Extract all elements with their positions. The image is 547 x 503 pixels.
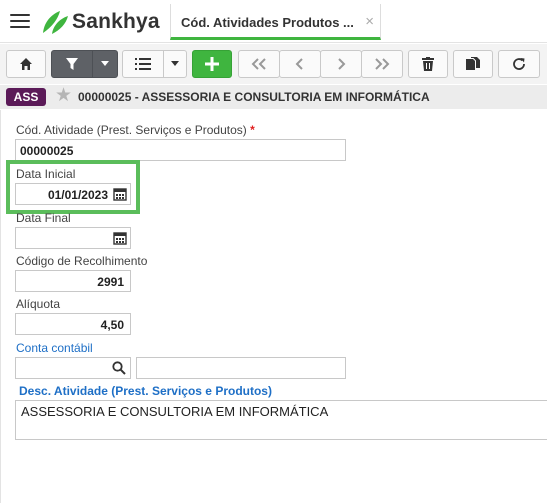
tab-cod-atividades[interactable]: Cód. Atividades Produtos ... ×: [170, 4, 381, 40]
last-record-button[interactable]: [361, 50, 403, 78]
cod-atividade-value: 00000025: [20, 144, 74, 158]
desc-atividade-label: Desc. Atividade (Prest. Serviços e Produ…: [19, 384, 272, 398]
codigo-recolhimento-input[interactable]: 2991: [15, 270, 131, 292]
trash-icon: [422, 57, 434, 71]
home-icon: [20, 58, 32, 70]
record-header: ASS ★ 00000025 - ASSESSORIA E CONSULTORI…: [0, 85, 547, 109]
filter-button[interactable]: [51, 50, 93, 78]
codigo-recolhimento-label: Código de Recolhimento: [16, 254, 148, 268]
list-icon: [135, 58, 151, 70]
cod-atividade-input[interactable]: 00000025: [15, 139, 346, 161]
conta-contabil-label[interactable]: Conta contábil: [16, 341, 93, 355]
calendar-icon[interactable]: [113, 231, 127, 245]
caret-down-icon: [101, 61, 109, 66]
menu-icon[interactable]: [10, 14, 30, 30]
record-badge[interactable]: ASS: [6, 88, 46, 106]
data-inicial-value: 01/01/2023: [47, 188, 108, 202]
aliquota-input[interactable]: 4,50: [15, 313, 131, 335]
delete-button[interactable]: [408, 50, 448, 78]
first-record-button[interactable]: [238, 50, 280, 78]
sankhya-leaf-icon: [43, 11, 68, 34]
conta-contabil-code-input[interactable]: [15, 357, 131, 379]
chevron-left-icon: [295, 58, 303, 70]
conta-contabil-description-input[interactable]: [136, 357, 346, 379]
tab-label: Cód. Atividades Produtos ...: [181, 15, 354, 30]
list-view-button[interactable]: [122, 50, 164, 78]
brand-name: Sankhya: [72, 10, 160, 33]
double-chevron-left-icon: [251, 58, 266, 70]
home-button[interactable]: [6, 50, 46, 78]
data-final-label: Data Final: [16, 211, 71, 225]
favorite-star-icon[interactable]: ★: [55, 86, 72, 106]
data-final-input[interactable]: [15, 227, 131, 249]
data-inicial-label: Data Inicial: [16, 167, 76, 181]
data-inicial-input[interactable]: 01/01/2023: [15, 183, 131, 205]
cod-atividade-label: Cód. Atividade (Prest. Serviços e Produt…: [16, 123, 255, 137]
aliquota-value: 4,50: [100, 318, 124, 332]
filter-dropdown-button[interactable]: [92, 50, 118, 78]
filter-icon: [66, 58, 78, 70]
add-button[interactable]: [192, 50, 232, 78]
chevron-right-icon: [338, 58, 346, 70]
aliquota-label: Alíquota: [16, 297, 61, 311]
codigo-recolhimento-value: 2991: [97, 275, 124, 289]
refresh-button[interactable]: [498, 50, 540, 78]
toolbar: [0, 44, 547, 84]
plus-icon: [205, 57, 219, 71]
list-dropdown-button[interactable]: [163, 50, 187, 78]
required-marker: *: [250, 123, 255, 137]
close-icon[interactable]: ×: [365, 13, 374, 30]
record-title: 00000025 - ASSESSORIA E CONSULTORIA EM I…: [78, 90, 430, 104]
brand-logo[interactable]: Sankhya: [40, 9, 160, 35]
desc-atividade-textarea[interactable]: ASSESSORIA E CONSULTORIA EM INFORMÁTICA: [15, 400, 547, 440]
desc-atividade-value: ASSESSORIA E CONSULTORIA EM INFORMÁTICA: [21, 404, 329, 419]
copy-button[interactable]: [453, 50, 493, 78]
left-divider: [0, 110, 1, 503]
refresh-icon: [513, 58, 525, 70]
caret-down-icon: [171, 61, 179, 66]
previous-record-button[interactable]: [279, 50, 321, 78]
top-bar: Sankhya Cód. Atividades Produtos ... ×: [0, 0, 547, 43]
double-chevron-right-icon: [375, 58, 390, 70]
copy-icon: [466, 57, 480, 70]
search-icon[interactable]: [112, 361, 126, 375]
calendar-icon[interactable]: [113, 187, 127, 201]
next-record-button[interactable]: [320, 50, 362, 78]
